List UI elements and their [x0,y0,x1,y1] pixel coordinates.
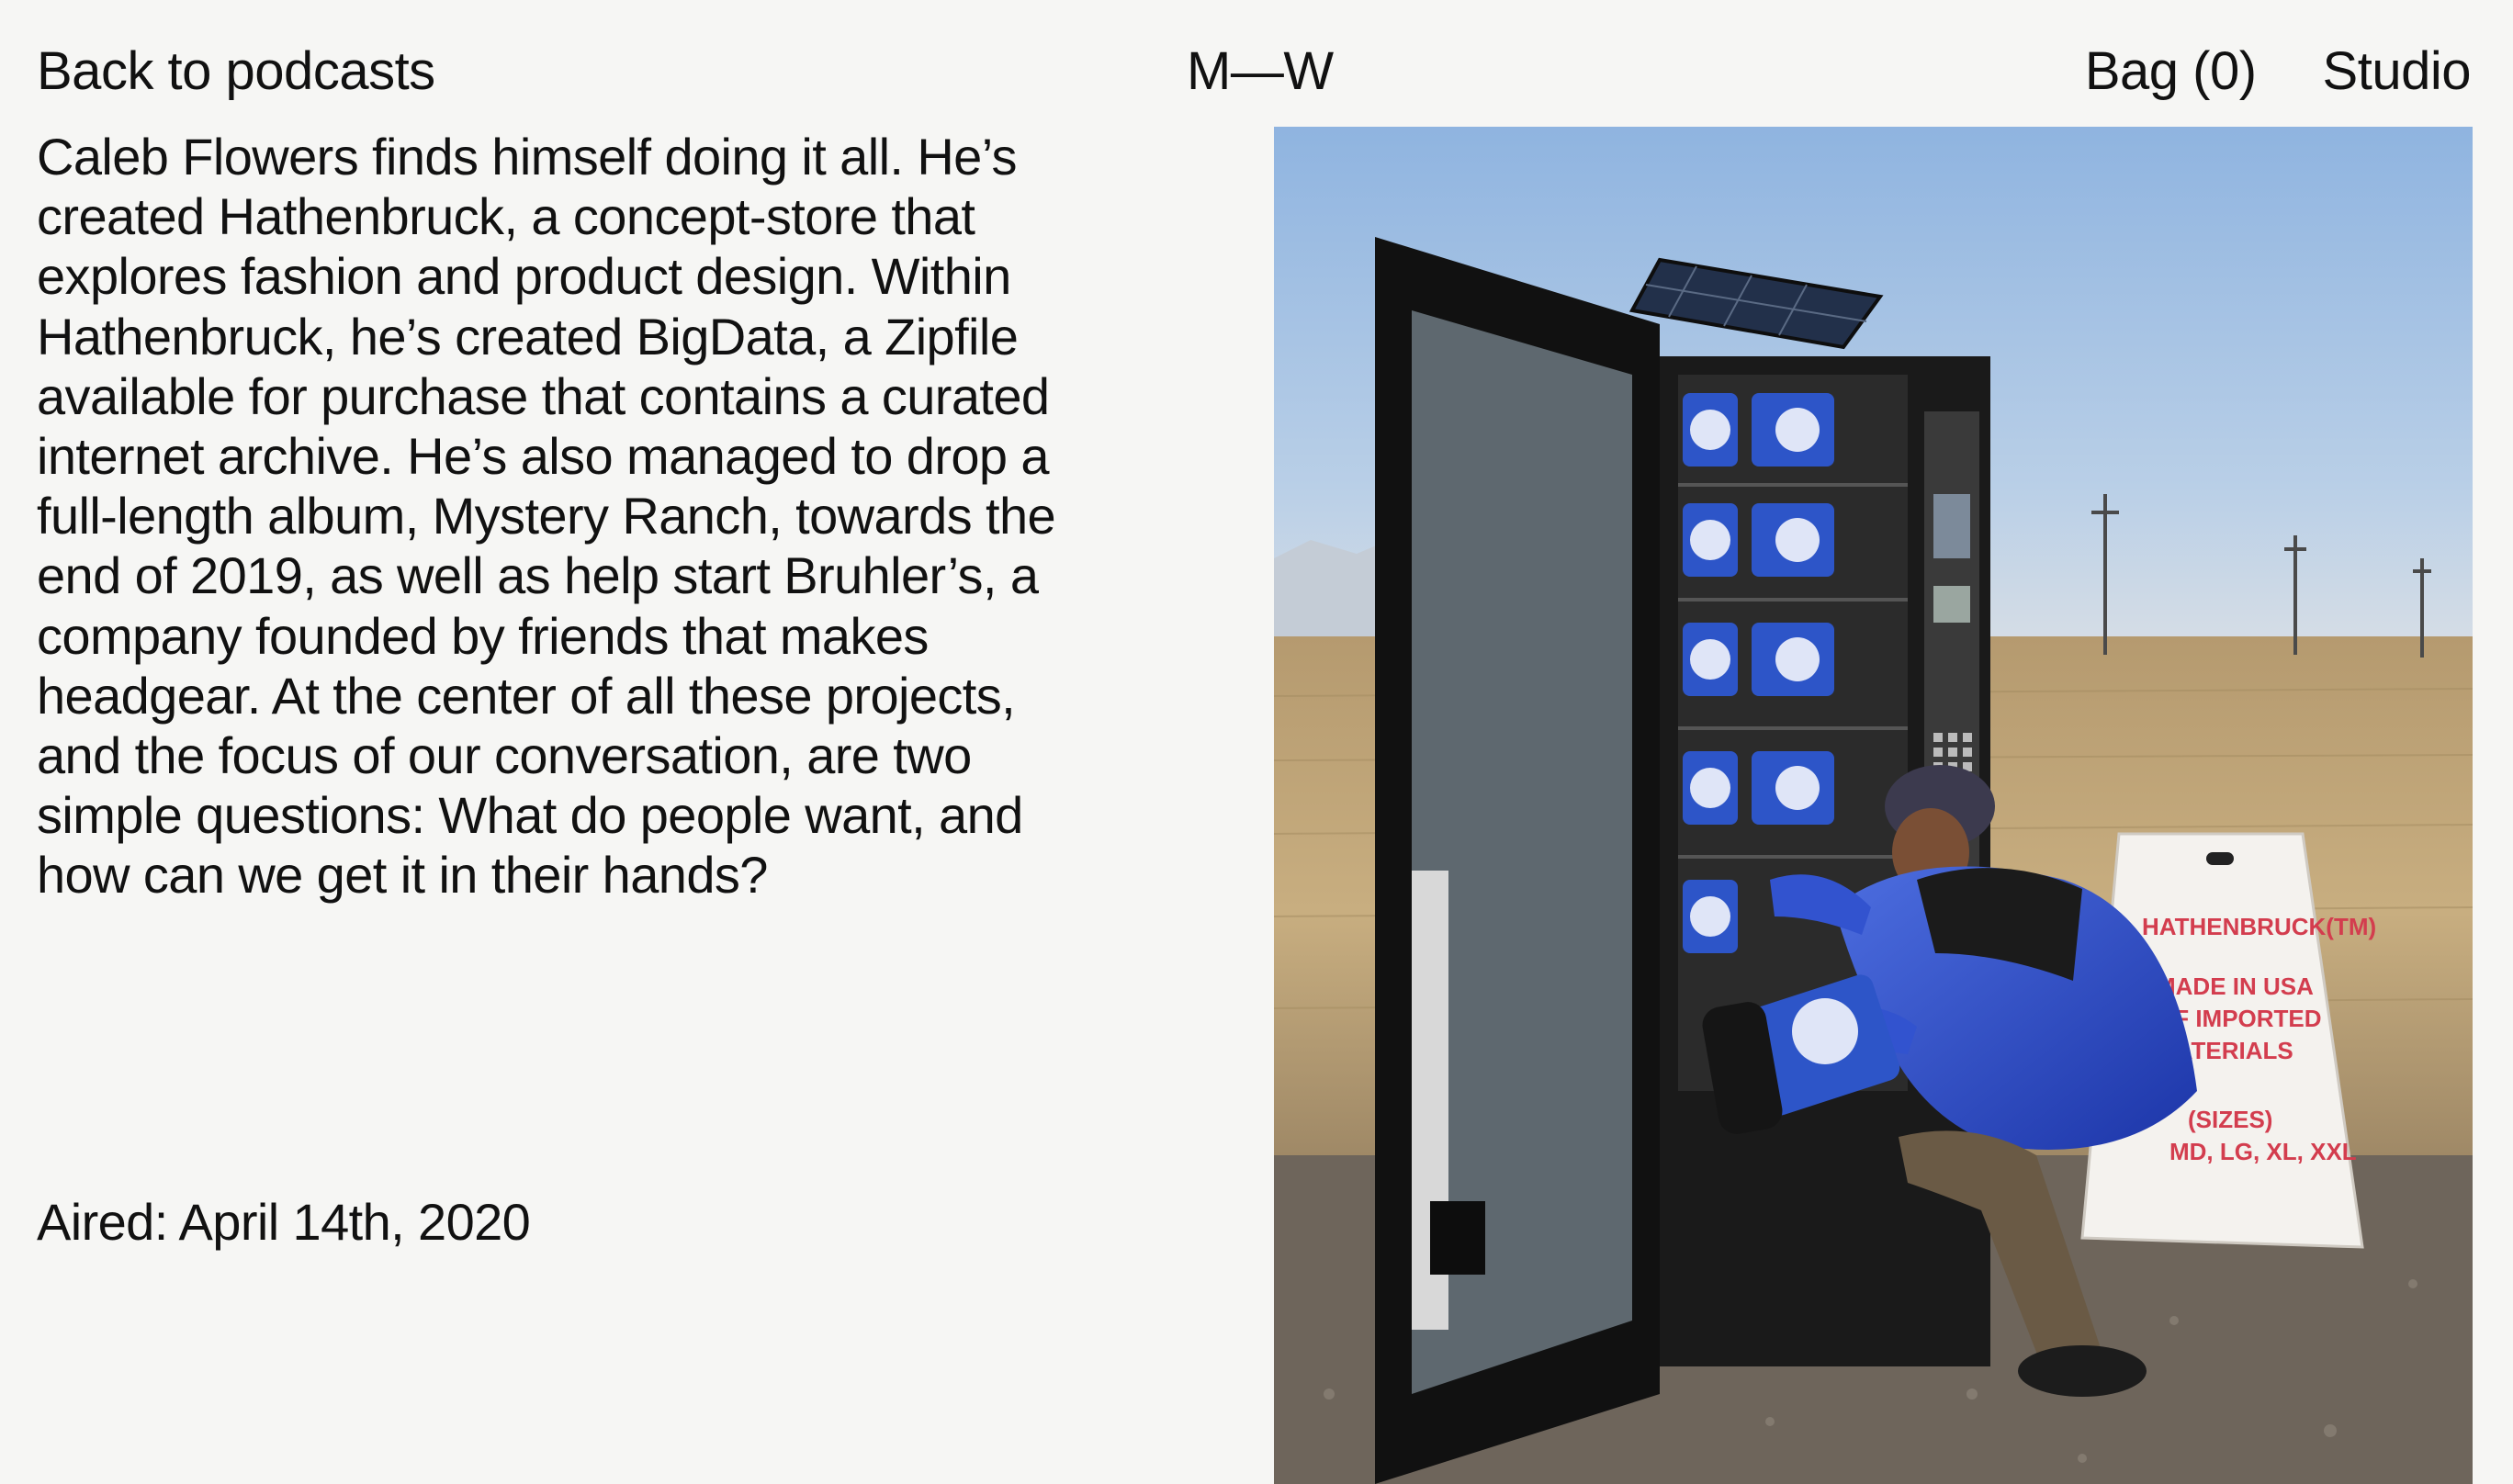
sign-line-5: (SIZES) [2188,1106,2272,1133]
top-navigation: Back to podcasts M—W Bag (0) Studio [37,35,2472,108]
studio-link[interactable]: Studio [2323,35,2472,108]
episode-photo: HATHENBRUCK(TM) MADE IN USA OF IMPORTED … [1274,127,2473,1484]
sign-line-2: MADE IN USA [2156,972,2314,1000]
episode-aired-date: Aired: April 14th, 2020 [37,1193,531,1251]
bag-link[interactable]: Bag (0) [2085,35,2257,108]
nav-right: Bag (0) Studio [2085,35,2472,108]
episode-description: Caleb Flowers finds himself doing it all… [37,128,1056,905]
sign-line-6: MD, LG, XL, XXL [2169,1138,2357,1165]
site-logo[interactable]: M—W [1187,35,1334,108]
sign-line-1: HATHENBRUCK(TM) [2142,913,2376,940]
back-to-podcasts-link[interactable]: Back to podcasts [37,35,435,108]
